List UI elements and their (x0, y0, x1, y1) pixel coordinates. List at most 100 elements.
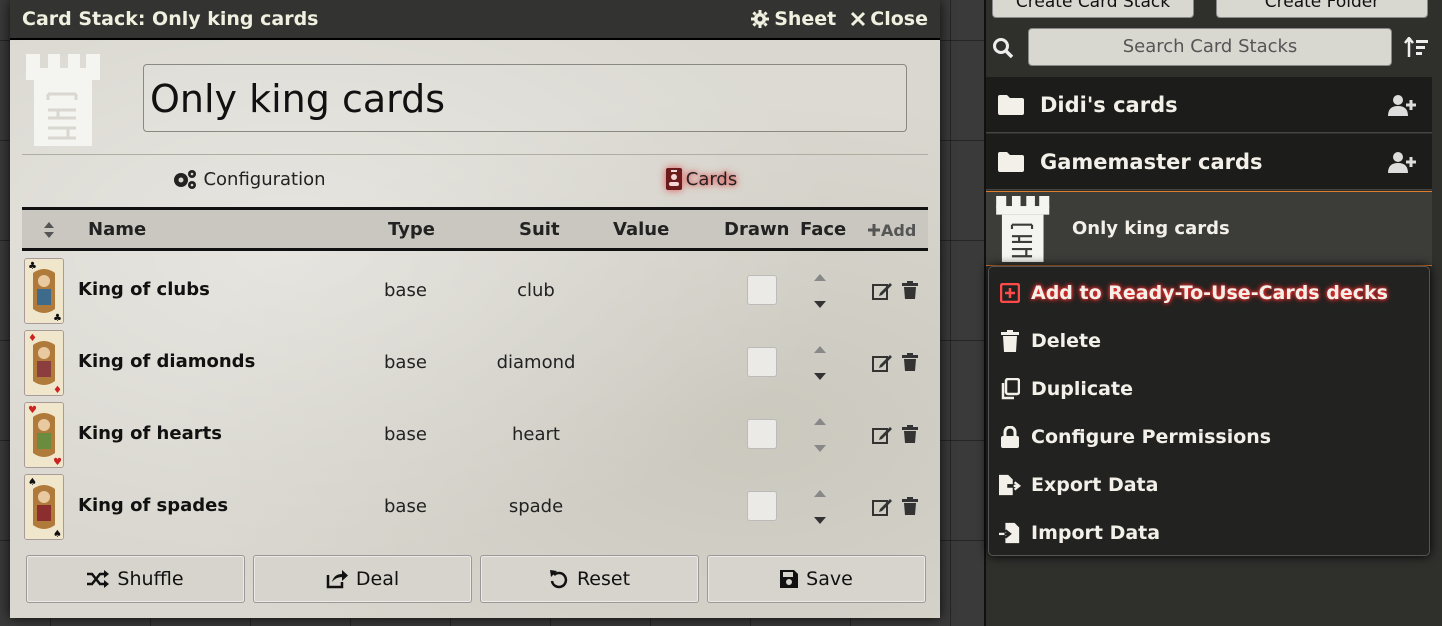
card-suit: diamond (496, 352, 576, 373)
search-row: Search Card Stacks (986, 26, 1442, 70)
sort-icon[interactable] (1404, 37, 1428, 59)
trash-icon[interactable] (902, 353, 918, 371)
svg-text:♥: ♥ (28, 405, 37, 416)
caret-down-icon[interactable] (814, 373, 826, 380)
create-card-stack-button[interactable]: Create Card Stack (992, 0, 1194, 18)
save-button[interactable]: Save (707, 555, 926, 603)
card-suit: club (517, 280, 555, 301)
menu-item-add-to-decks[interactable]: Add to Ready-To-Use-Cards decks (989, 269, 1429, 317)
share-icon (326, 570, 348, 589)
head-divider (22, 154, 928, 155)
deal-label: Deal (355, 568, 400, 590)
caret-down-icon[interactable] (814, 445, 826, 452)
sort-icon[interactable] (44, 222, 54, 238)
close-button[interactable]: Close (850, 8, 928, 30)
face-stepper[interactable] (814, 274, 826, 308)
edit-icon[interactable] (872, 354, 892, 372)
close-icon (851, 11, 866, 27)
edit-icon[interactable] (872, 282, 892, 300)
add-user-icon[interactable] (1388, 151, 1416, 173)
card-type: base (384, 352, 427, 373)
drawn-checkbox[interactable] (747, 419, 777, 449)
shuffle-label: Shuffle (117, 568, 184, 590)
header-value: Value (613, 219, 670, 240)
tab-configuration-label: Configuration (203, 168, 326, 190)
menu-item-configure-permissions[interactable]: Configure Permissions (989, 413, 1429, 461)
card-type: base (384, 496, 427, 517)
folder-gamemaster-cards[interactable]: Gamemaster cards (986, 134, 1432, 190)
menu-item-export-data[interactable]: Export Data (989, 461, 1429, 509)
card-image-king-hearts: ♥ ♥ (24, 402, 64, 468)
header-name: Name (88, 219, 147, 240)
save-label: Save (806, 568, 853, 590)
add-user-icon[interactable] (1388, 94, 1416, 116)
deal-button[interactable]: Deal (253, 555, 472, 603)
card-name[interactable]: King of diamonds (78, 351, 255, 372)
card-name[interactable]: King of hearts (78, 423, 222, 444)
tab-cards[interactable]: Cards (475, 160, 928, 198)
gear-icon (751, 10, 770, 28)
reset-button[interactable]: Reset (480, 555, 699, 603)
shuffle-button[interactable]: Shuffle (26, 555, 245, 603)
table-row: ♦ ♦ King of diamonds base diamond (22, 326, 928, 398)
svg-text:♥: ♥ (53, 457, 62, 467)
table-row: ♣ ♣ King of clubs base club (22, 254, 928, 326)
edit-icon[interactable] (872, 498, 892, 516)
trash-icon[interactable] (902, 497, 918, 515)
plus-square-icon (1000, 283, 1020, 303)
window-header[interactable]: Card Stack: Only king cards Sheet Close (10, 0, 940, 40)
caret-up-icon[interactable] (814, 274, 826, 281)
menu-item-delete[interactable]: Delete (989, 317, 1429, 365)
tab-configuration[interactable]: Configuration (22, 160, 475, 198)
drawn-checkbox[interactable] (747, 491, 777, 521)
drawn-checkbox[interactable] (747, 347, 777, 377)
window-title: Card Stack: Only king cards (22, 8, 319, 30)
menu-item-duplicate[interactable]: Duplicate (989, 365, 1429, 413)
drawn-checkbox[interactable] (747, 275, 777, 305)
menu-item-label: Add to Ready-To-Use-Cards decks (1031, 282, 1388, 304)
sheet-button[interactable]: Sheet (750, 8, 836, 30)
menu-item-label: Export Data (1031, 474, 1159, 496)
card-stacks-sidebar: Create Card Stack Create Folder Search C… (984, 0, 1442, 626)
face-stepper[interactable] (814, 490, 826, 524)
cards-table-body: ♣ ♣ King of clubs base club ♦ ♦ King of di… (22, 254, 928, 542)
card-type: base (384, 424, 427, 445)
sheet-label: Sheet (774, 8, 837, 30)
caret-down-icon[interactable] (814, 301, 826, 308)
header-suit: Suit (519, 219, 560, 240)
svg-text:♣: ♣ (28, 261, 37, 272)
card-image-king-diamonds: ♦ ♦ (24, 330, 64, 396)
card-name[interactable]: King of clubs (78, 279, 210, 300)
caret-down-icon[interactable] (814, 517, 826, 524)
copy-icon (1001, 378, 1020, 400)
face-stepper[interactable] (814, 346, 826, 380)
edit-icon[interactable] (872, 426, 892, 444)
trash-icon[interactable] (902, 425, 918, 443)
search-input[interactable]: Search Card Stacks (1028, 28, 1392, 66)
svg-text:♦: ♦ (53, 385, 62, 395)
stack-name-input[interactable]: Only king cards (143, 64, 907, 132)
undo-icon (549, 570, 568, 589)
card-name[interactable]: King of spades (78, 495, 228, 516)
svg-text:♦: ♦ (28, 333, 37, 344)
svg-text:♠: ♠ (53, 529, 62, 539)
cards-table-header: Name Type Suit Value Drawn Face Add (22, 207, 928, 251)
trash-icon[interactable] (902, 281, 918, 299)
add-card-button[interactable]: Add (867, 221, 916, 240)
folder-didis-cards[interactable]: Didi's cards (986, 77, 1432, 133)
caret-up-icon[interactable] (814, 490, 826, 497)
search-icon (993, 38, 1014, 59)
stack-entry-only-king-cards[interactable]: Only king cards (986, 191, 1432, 266)
caret-up-icon[interactable] (814, 418, 826, 425)
caret-up-icon[interactable] (814, 346, 826, 353)
sheet-footer: Shuffle Deal Reset Save (24, 555, 928, 603)
save-icon (780, 570, 799, 588)
folder-icon (998, 94, 1024, 115)
face-stepper[interactable] (814, 418, 826, 452)
gears-icon (174, 170, 197, 189)
create-folder-button[interactable]: Create Folder (1216, 0, 1428, 18)
menu-item-import-data[interactable]: Import Data (989, 509, 1429, 557)
sheet-head: Only king cards (22, 52, 928, 152)
entry-name: Only king cards (1072, 218, 1230, 239)
tower-icon[interactable] (24, 54, 100, 146)
